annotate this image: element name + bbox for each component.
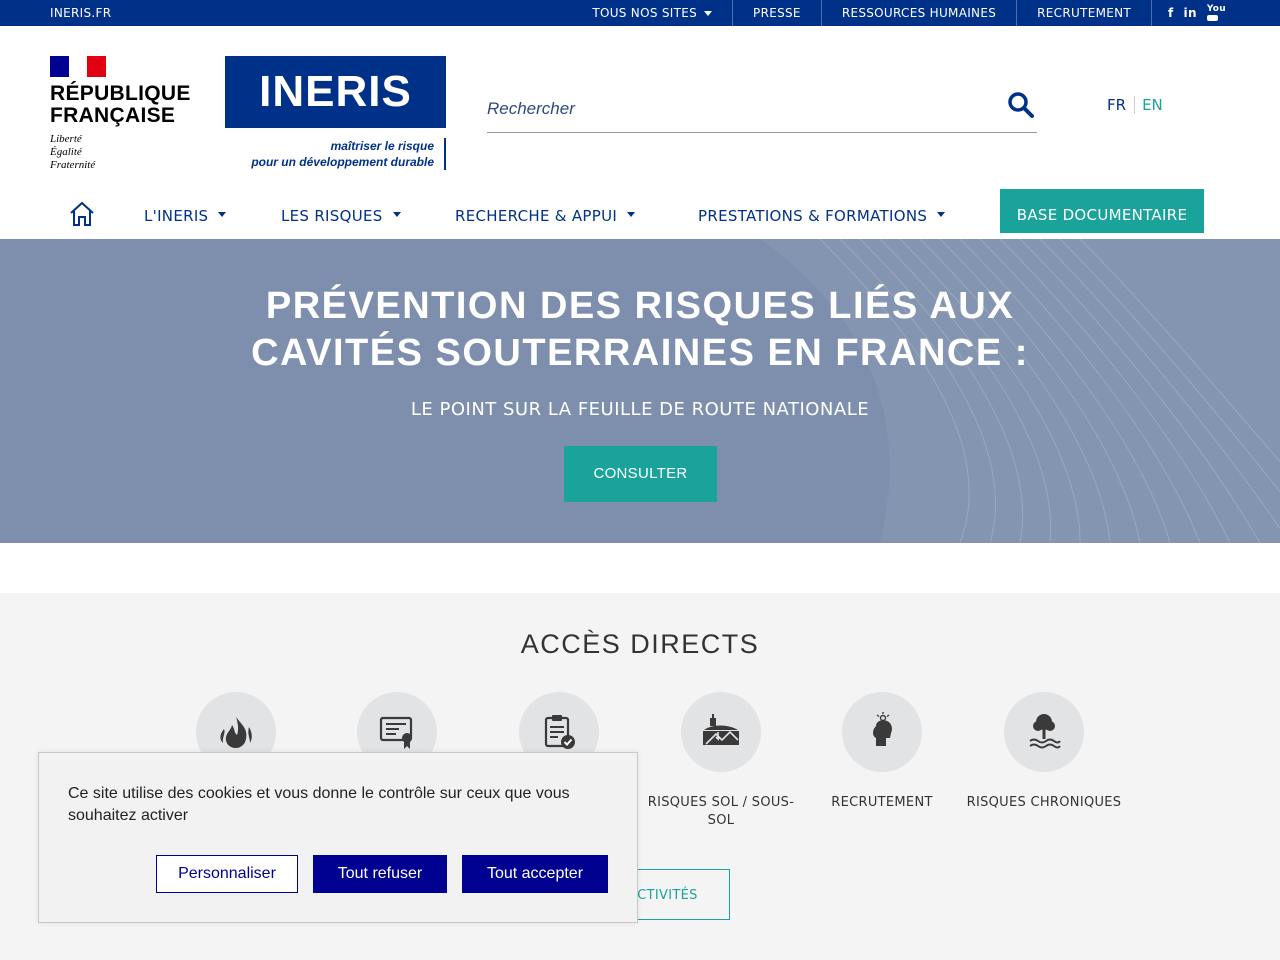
language-switcher: FR EN <box>1107 96 1163 114</box>
site-link[interactable]: INERIS.FR <box>50 6 111 20</box>
fire-icon <box>220 717 252 748</box>
certificate-icon <box>379 716 413 749</box>
clipboard-check-icon <box>544 715 575 749</box>
youtube-icon[interactable]: You <box>1206 5 1226 21</box>
tout-refuser-button[interactable]: Tout refuser <box>313 855 447 893</box>
linkedin-icon[interactable]: in <box>1184 6 1197 20</box>
cookie-banner: Ce site utilise des cookies et vous donn… <box>38 752 638 923</box>
cookie-message: Ce site utilise des cookies et vous donn… <box>68 785 570 824</box>
caret-down-icon <box>627 212 636 217</box>
caret-down-icon <box>937 212 946 217</box>
ineris-tagline: maîtriser le risque pour un développemen… <box>225 138 446 170</box>
section-title: ACCÈS DIRECTS <box>520 629 760 659</box>
top-link-presse[interactable]: PRESSE <box>732 0 821 26</box>
nav-item-prestations-formations[interactable]: PRESTATIONS & FORMATIONS <box>698 207 946 225</box>
top-link-tous-nos-sites[interactable]: TOUS NOS SITES <box>572 0 732 26</box>
hero-subtitle: LE POINT SUR LA FEUILLE DE ROUTE NATIONA… <box>410 399 870 420</box>
search-bar <box>487 91 1037 133</box>
tile-risques-sol[interactable]: RISQUES SOL / SOUS-SOL <box>641 692 801 830</box>
caret-down-icon <box>704 11 713 16</box>
spacer <box>0 543 1280 593</box>
caret-down-icon <box>218 212 227 217</box>
nav-item-les-risques[interactable]: LES RISQUES <box>281 207 401 225</box>
hero-banner: PRÉVENTION DES RISQUES LIÉS AUX CAVITÉS … <box>0 239 1280 543</box>
tile-risques-chroniques[interactable]: RISQUES CHRONIQUES <box>964 692 1124 812</box>
home-icon[interactable] <box>68 201 96 231</box>
lang-fr[interactable]: FR <box>1107 96 1136 114</box>
ground-risk-icon <box>703 714 739 745</box>
facebook-icon[interactable]: f <box>1168 6 1174 20</box>
tile-recrutement[interactable]: RECRUTEMENT <box>802 692 962 812</box>
tout-accepter-button[interactable]: Tout accepter <box>462 855 608 893</box>
top-link-ressources-humaines[interactable]: RESSOURCES HUMAINES <box>820 0 1016 26</box>
lang-en[interactable]: EN <box>1135 96 1163 114</box>
top-bar: INERIS.FR TOUS NOS SITES PRESSE RESSOURC… <box>0 0 1280 26</box>
ineris-logo[interactable]: INERIS maîtriser le risque pour un dével… <box>225 56 446 172</box>
hero-title: PRÉVENTION DES RISQUES LIÉS AUX CAVITÉS … <box>251 285 1029 374</box>
head-idea-icon <box>873 712 892 746</box>
rf-title: RÉPUBLIQUE FRANÇAISE <box>50 82 191 127</box>
search-icon[interactable] <box>1007 91 1035 123</box>
rf-motto: Liberté Égalité Fraternité <box>50 133 96 171</box>
caret-down-icon <box>392 212 401 217</box>
tree-water-icon <box>1029 714 1061 749</box>
top-link-recrutement[interactable]: RECRUTEMENT <box>1016 0 1151 26</box>
top-links: TOUS NOS SITES PRESSE RESSOURCES HUMAINE… <box>572 0 1280 26</box>
main-nav: L'INERIS LES RISQUES RECHERCHE & APPUI P… <box>0 189 1280 239</box>
ineris-logo-box: INERIS <box>225 56 446 128</box>
nav-item-recherche-appui[interactable]: RECHERCHE & APPUI <box>455 207 636 225</box>
base-documentaire-button[interactable]: BASE DOCUMENTAIRE <box>1000 189 1204 233</box>
consulter-button[interactable]: CONSULTER <box>564 446 717 502</box>
republique-francaise-logo[interactable]: RÉPUBLIQUE FRANÇAISE Liberté Égalité Fra… <box>50 56 191 172</box>
social-links: f in You <box>1151 0 1280 26</box>
header: RÉPUBLIQUE FRANÇAISE Liberté Égalité Fra… <box>0 26 1280 239</box>
personnaliser-button[interactable]: Personnaliser <box>156 855 298 893</box>
search-input[interactable] <box>487 91 987 127</box>
marianne-flag-icon <box>50 56 107 77</box>
nav-item-lineris[interactable]: L'INERIS <box>144 207 227 225</box>
